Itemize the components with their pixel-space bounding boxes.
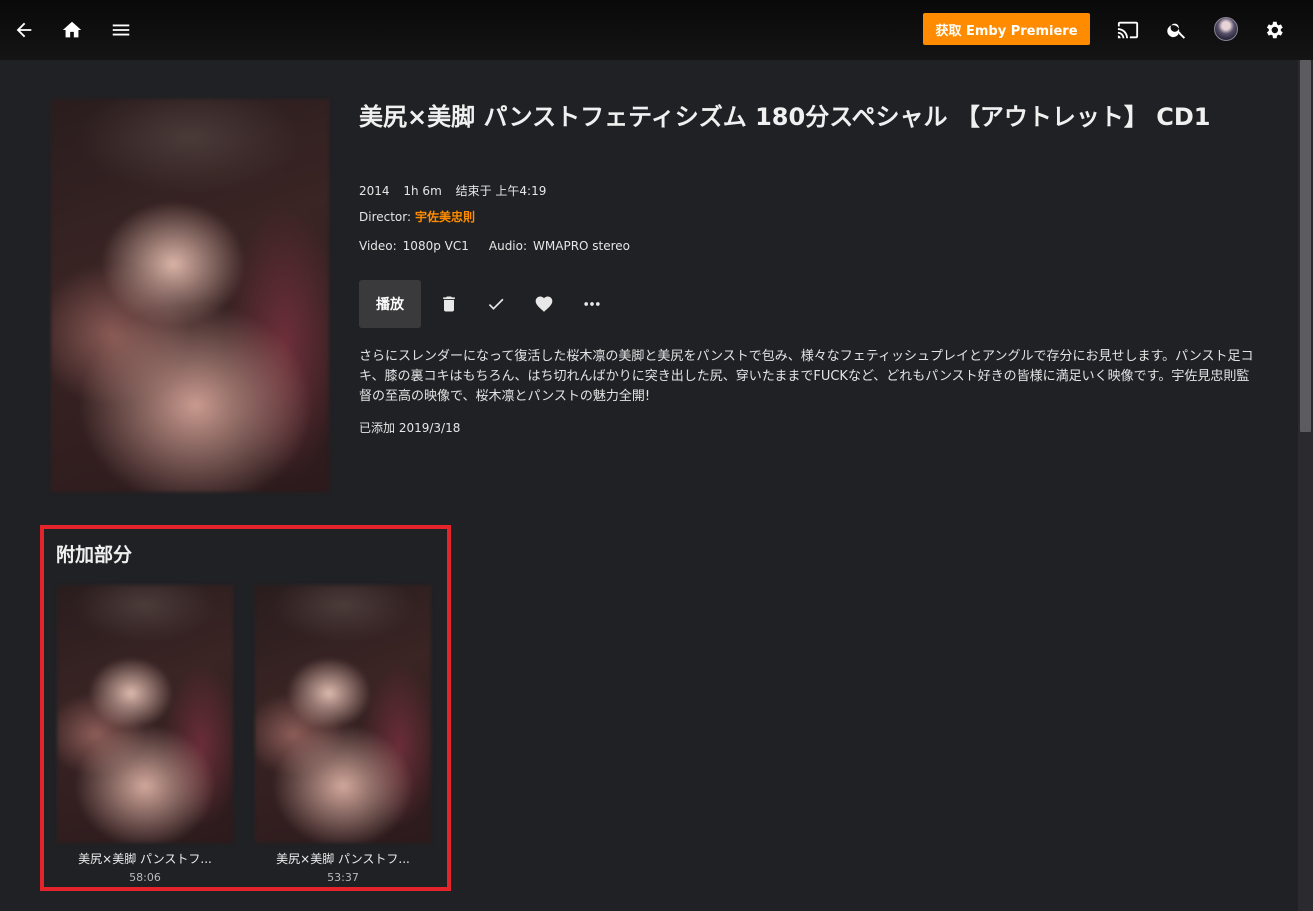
video-value: 1080p VC1 [402, 239, 469, 253]
app-root: 获取 Emby Premiere 美尻×美脚 パンストフェティシズム 180分ス… [0, 0, 1313, 911]
overview-text: さらにスレンダーになって復活した桜木凛の美脚と美尻をパンストで包み、様々なフェテ… [359, 349, 1254, 404]
ends-at-text: 结束于 上午4:19 [455, 184, 547, 198]
heart-icon[interactable] [530, 290, 558, 318]
extras-section-title: 附加部分 [56, 544, 133, 566]
video-label: Video: [359, 239, 397, 253]
extra-card-title[interactable]: 美尻×美脚 パンストフ... [255, 850, 431, 867]
search-icon[interactable] [1161, 14, 1193, 46]
gear-icon[interactable] [1258, 14, 1290, 46]
audio-value: WMAPRO stereo [533, 239, 631, 253]
date-added-text: 已添加 2019/3/18 [359, 421, 461, 435]
get-premiere-button[interactable]: 获取 Emby Premiere [923, 13, 1090, 45]
media-info-row: Video: 1080p VC1 Audio: WMAPRO stereo [359, 239, 640, 253]
top-header: 获取 Emby Premiere [0, 0, 1313, 60]
page-title: 美尻×美脚 パンストフェティシズム 180分スペシャル 【アウトレット】 CD1 [359, 103, 1211, 131]
meta-info-row: 2014 1h 6m 结束于 上午4:19 [359, 182, 556, 199]
play-button[interactable]: 播放 [359, 280, 421, 328]
audio-label: Audio: [488, 239, 528, 253]
scrollbar-thumb[interactable] [1300, 60, 1311, 432]
extra-card-title[interactable]: 美尻×美脚 パンストフ... [57, 850, 233, 867]
year-text: 2014 [359, 184, 390, 198]
director-link[interactable]: 宇佐美忠則 [415, 210, 475, 224]
delete-icon[interactable] [435, 290, 463, 318]
home-icon[interactable] [56, 14, 88, 46]
director-row: Director: 宇佐美忠則 [359, 208, 485, 225]
cast-icon[interactable] [1112, 14, 1144, 46]
director-label: Director: [359, 210, 412, 224]
extra-card-thumbnail[interactable] [255, 585, 431, 843]
checkmark-icon[interactable] [482, 290, 510, 318]
extra-card-thumbnail[interactable] [57, 585, 233, 843]
poster-image [51, 99, 329, 492]
user-avatar[interactable] [1214, 17, 1238, 41]
extra-card-duration: 53:37 [327, 871, 359, 884]
menu-icon[interactable] [105, 14, 137, 46]
more-options-icon[interactable] [578, 290, 606, 318]
back-arrow-icon[interactable] [8, 14, 40, 46]
extra-card-duration: 58:06 [129, 871, 161, 884]
runtime-text: 1h 6m [403, 184, 442, 198]
